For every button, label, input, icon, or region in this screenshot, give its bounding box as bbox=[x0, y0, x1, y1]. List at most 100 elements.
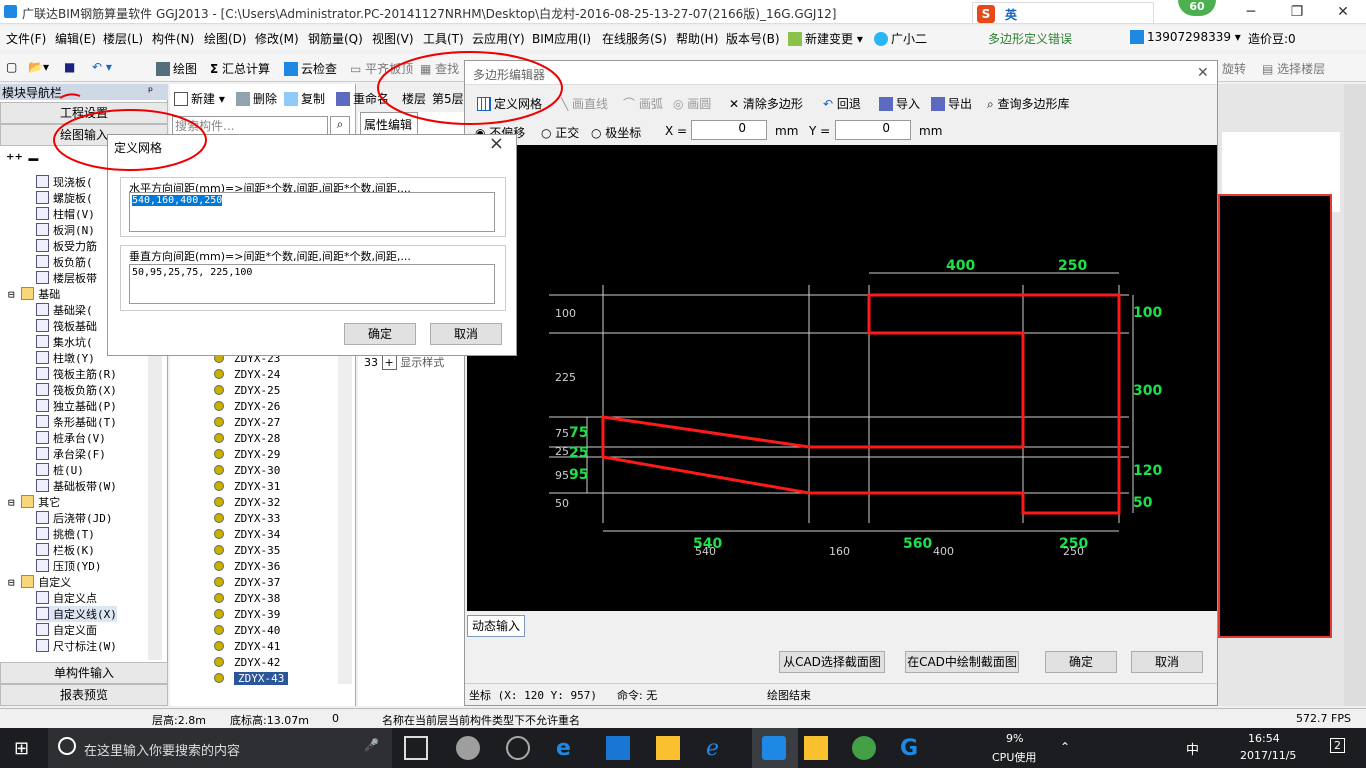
tree-item[interactable]: 筏板负筋(X) bbox=[36, 382, 117, 398]
tree-item[interactable]: 筏板基础 bbox=[36, 318, 97, 334]
tree-item[interactable]: 柱墩(Y) bbox=[36, 350, 95, 366]
minimize-button[interactable]: ─ bbox=[1228, 0, 1274, 24]
menu-cloud[interactable]: 云应用(Y) bbox=[472, 30, 525, 47]
list-item[interactable]: ZDYX-38 bbox=[214, 592, 280, 608]
tree-item[interactable]: 后浇带(JD) bbox=[36, 510, 113, 526]
clear-polygon-button[interactable]: ✕ 清除多边形 bbox=[729, 95, 803, 112]
windows-start-icon[interactable]: ⊞ bbox=[14, 738, 29, 759]
select-from-cad-button[interactable]: 从CAD选择截面图 bbox=[779, 651, 885, 673]
polar-radio[interactable]: ○ 极坐标 bbox=[591, 124, 641, 141]
export-button[interactable]: 导出 bbox=[931, 95, 972, 112]
list-item[interactable]: ZDYX-40 bbox=[214, 624, 280, 640]
list-item[interactable]: ZDYX-27 bbox=[214, 416, 280, 432]
menu-draw[interactable]: 绘图(D) bbox=[204, 30, 247, 47]
tree-item[interactable]: 自定义点 bbox=[36, 590, 97, 606]
green-app-icon[interactable] bbox=[852, 736, 876, 760]
pin-icon[interactable]: ᵖ bbox=[148, 84, 153, 98]
select-floor-button[interactable]: ▤ 选择楼层 bbox=[1262, 60, 1325, 77]
undo-button[interactable]: ↶ 回退 bbox=[823, 95, 861, 112]
single-input-button[interactable]: 单构件输入 bbox=[0, 662, 168, 684]
collapse-icon[interactable]: ⊟ bbox=[8, 576, 21, 589]
cloud-check-button[interactable]: 云检查 bbox=[284, 60, 337, 77]
task-view-icon[interactable] bbox=[404, 736, 428, 760]
menu-modify[interactable]: 修改(M) bbox=[255, 30, 299, 47]
menu-component[interactable]: 构件(N) bbox=[152, 30, 194, 47]
draw-circle-button[interactable]: ◎ 画圆 bbox=[673, 95, 711, 112]
tree-item[interactable]: 板受力筋 bbox=[36, 238, 97, 254]
import-button[interactable]: 导入 bbox=[879, 95, 920, 112]
tree-item[interactable]: 独立基础(P) bbox=[36, 398, 117, 414]
list-item[interactable]: ZDYX-37 bbox=[214, 576, 280, 592]
notes-app-icon[interactable] bbox=[804, 736, 828, 760]
collapse-icon[interactable]: ⊟ bbox=[8, 496, 21, 509]
input-lang[interactable]: 中 bbox=[1186, 739, 1199, 758]
tray-chevron-icon[interactable]: ⌃ bbox=[1060, 740, 1070, 754]
list-item[interactable]: ZDYX-24 bbox=[214, 368, 280, 384]
menu-online[interactable]: 在线服务(S) bbox=[602, 30, 667, 47]
menu-bim[interactable]: BIM应用(I) bbox=[532, 30, 591, 47]
tree-item[interactable]: 基础板带(W) bbox=[36, 478, 117, 494]
poly-cancel-button[interactable]: 取消 bbox=[1131, 651, 1203, 673]
tree-item[interactable]: 楼层板带 bbox=[36, 270, 97, 286]
ime-lang-label[interactable]: 英 bbox=[1005, 6, 1017, 23]
open-folder-icon[interactable]: 📂▾ bbox=[28, 60, 49, 74]
list-item[interactable]: ZDYX-41 bbox=[214, 640, 280, 656]
account[interactable]: 13907298339 ▾ bbox=[1130, 30, 1241, 44]
list-item[interactable]: ZDYX-42 bbox=[214, 656, 280, 672]
rename-button[interactable]: 重命名 bbox=[336, 90, 389, 107]
restore-button[interactable]: ❐ bbox=[1274, 0, 1320, 24]
y-input[interactable]: 0 bbox=[835, 120, 911, 140]
ime-toolbar[interactable]: S 英 bbox=[972, 2, 1154, 24]
list-item[interactable]: ZDYX-39 bbox=[214, 608, 280, 624]
search-icon[interactable]: ⌕ bbox=[330, 116, 350, 136]
list-item[interactable]: ZDYX-32 bbox=[214, 496, 280, 512]
tree-item[interactable]: 自定义面 bbox=[36, 622, 97, 638]
save-icon[interactable]: ■ bbox=[64, 60, 75, 74]
polygon-canvas[interactable]: 400 250540 560 250540 160 400 2501002257525955… bbox=[467, 145, 1217, 611]
tree-item[interactable]: 桩(U) bbox=[36, 462, 84, 478]
ie-icon[interactable]: ℯ bbox=[706, 736, 730, 761]
menu-rebar[interactable]: 钢筋量(Q) bbox=[308, 30, 363, 47]
list-item[interactable]: ZDYX-35 bbox=[214, 544, 280, 560]
align-top-button[interactable]: ▭ 平齐板顶 bbox=[350, 60, 413, 77]
tree-item[interactable]: 桩承台(V) bbox=[36, 430, 106, 446]
right-scrollbar[interactable] bbox=[1344, 84, 1366, 706]
menu-version[interactable]: 版本号(B) bbox=[726, 30, 780, 47]
x-input[interactable]: 0 bbox=[691, 120, 767, 140]
g-app-icon[interactable] bbox=[506, 736, 530, 760]
mic-icon[interactable]: 🎤 bbox=[364, 738, 379, 752]
tree-item[interactable]: ⊟ 自定义 bbox=[8, 574, 71, 590]
menu-view[interactable]: 视图(V) bbox=[372, 30, 414, 47]
ortho-radio[interactable]: ○ 正交 bbox=[541, 124, 579, 141]
notification-badge[interactable]: 2 bbox=[1330, 738, 1345, 753]
find-button[interactable]: ▦ 查找 bbox=[420, 60, 459, 77]
grid-cancel-button[interactable]: 取消 bbox=[430, 323, 502, 345]
tree-item[interactable]: 柱帽(V) bbox=[36, 206, 95, 222]
menu-tools[interactable]: 工具(T) bbox=[423, 30, 464, 47]
tree-item[interactable]: 板负筋( bbox=[36, 254, 93, 270]
taskbar-search[interactable]: 在这里输入你要搜索的内容 🎤 bbox=[48, 728, 392, 768]
tree-item[interactable]: 挑檐(T) bbox=[36, 526, 95, 542]
list-item[interactable]: ZDYX-34 bbox=[214, 528, 280, 544]
report-preview-button[interactable]: 报表预览 bbox=[0, 684, 168, 706]
poly-close-icon[interactable]: ✕ bbox=[1197, 65, 1209, 81]
tree-item[interactable]: 现浇板( bbox=[36, 174, 93, 190]
file-explorer-icon[interactable] bbox=[656, 736, 680, 760]
list-item[interactable]: ZDYX-29 bbox=[214, 448, 280, 464]
tree-item[interactable]: 栏板(K) bbox=[36, 542, 95, 558]
menu-help[interactable]: 帮助(H) bbox=[676, 30, 718, 47]
tree-item[interactable]: 基础梁( bbox=[36, 302, 93, 318]
undo-icon[interactable]: ↶ ▾ bbox=[92, 60, 112, 74]
sum-button[interactable]: Σ 汇总计算 bbox=[210, 60, 270, 77]
query-library-button[interactable]: ⌕ 查询多边形库 bbox=[987, 95, 1070, 112]
new-component-button[interactable]: 新建 ▾ bbox=[174, 90, 225, 107]
edge-icon[interactable]: e bbox=[556, 736, 580, 761]
show-style-row[interactable]: 33 + 显示样式 bbox=[364, 354, 444, 370]
tree-item[interactable]: 尺寸标注(W) bbox=[36, 638, 117, 654]
rotate-button[interactable]: 旋转 bbox=[1222, 60, 1246, 77]
define-grid-button[interactable]: 定义网格 bbox=[477, 95, 542, 112]
menu-floor[interactable]: 楼层(L) bbox=[103, 30, 143, 47]
tree-item[interactable]: 板洞(N) bbox=[36, 222, 95, 238]
list-item[interactable]: ZDYX-36 bbox=[214, 560, 280, 576]
collapse-icon[interactable]: ⊟ bbox=[8, 288, 21, 301]
